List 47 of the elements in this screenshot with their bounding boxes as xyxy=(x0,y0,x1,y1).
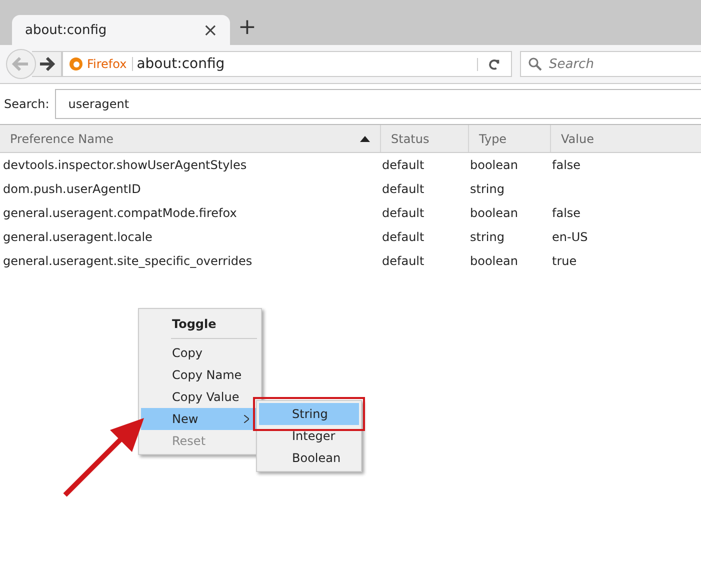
table-cell: string xyxy=(470,182,504,196)
table-cell: false xyxy=(552,206,581,220)
table-cell: false xyxy=(552,158,581,172)
column-header[interactable]: Value xyxy=(550,125,701,152)
table-cell: boolean xyxy=(470,206,518,220)
table-cell: string xyxy=(470,230,504,244)
table-cell: general.useragent.compatMode.firefox xyxy=(3,206,237,220)
column-header[interactable]: Status xyxy=(380,125,468,152)
table-cell: devtools.inspector.showUserAgentStyles xyxy=(3,158,247,172)
search-icon xyxy=(528,57,542,71)
tab-title: about:config xyxy=(25,22,107,38)
table-cell: true xyxy=(552,254,577,268)
menu-item[interactable]: String xyxy=(259,403,359,425)
table-cell: default xyxy=(382,158,424,172)
table-cell: default xyxy=(382,182,424,196)
table-cell: dom.push.userAgentID xyxy=(3,182,141,196)
filter-field[interactable]: useragent xyxy=(55,89,701,119)
table-cell: default xyxy=(382,254,424,268)
search-field[interactable]: Search xyxy=(520,51,701,77)
url-text: about:config xyxy=(136,56,226,72)
table-cell: default xyxy=(382,206,424,220)
address-bar[interactable]: Firefox about:config xyxy=(62,51,512,77)
table-cell: general.useragent.site_specific_overrides xyxy=(3,254,252,268)
close-tab-button[interactable]: × xyxy=(202,20,218,40)
forward-button[interactable] xyxy=(32,51,62,77)
column-header[interactable]: Type xyxy=(468,125,550,152)
table-cell: en-US xyxy=(552,230,588,244)
new-tab-button[interactable]: + xyxy=(238,15,256,45)
column-header[interactable]: Preference Name xyxy=(0,125,380,152)
forward-arrow-icon xyxy=(38,56,54,72)
search-label: Search: xyxy=(4,97,50,111)
menu-item[interactable]: Boolean xyxy=(259,447,359,469)
menu-item[interactable]: New xyxy=(141,408,259,430)
table-cell: boolean xyxy=(470,158,518,172)
table-cell: default xyxy=(382,230,424,244)
table-cell: general.useragent.locale xyxy=(3,230,152,244)
menu-item[interactable]: Copy Value xyxy=(141,386,259,408)
reload-icon[interactable] xyxy=(488,58,501,70)
back-arrow-icon xyxy=(12,56,30,72)
identity-label: Firefox xyxy=(87,57,133,71)
browser-tab[interactable]: about:config × xyxy=(12,15,230,45)
browser-logo-icon xyxy=(69,57,83,71)
menu-item[interactable]: Integer xyxy=(259,425,359,447)
menu-item[interactable]: Copy xyxy=(141,342,259,364)
menu-item[interactable]: Copy Name xyxy=(141,364,259,386)
table-cell: boolean xyxy=(470,254,518,268)
menu-item[interactable]: Toggle xyxy=(141,311,259,337)
